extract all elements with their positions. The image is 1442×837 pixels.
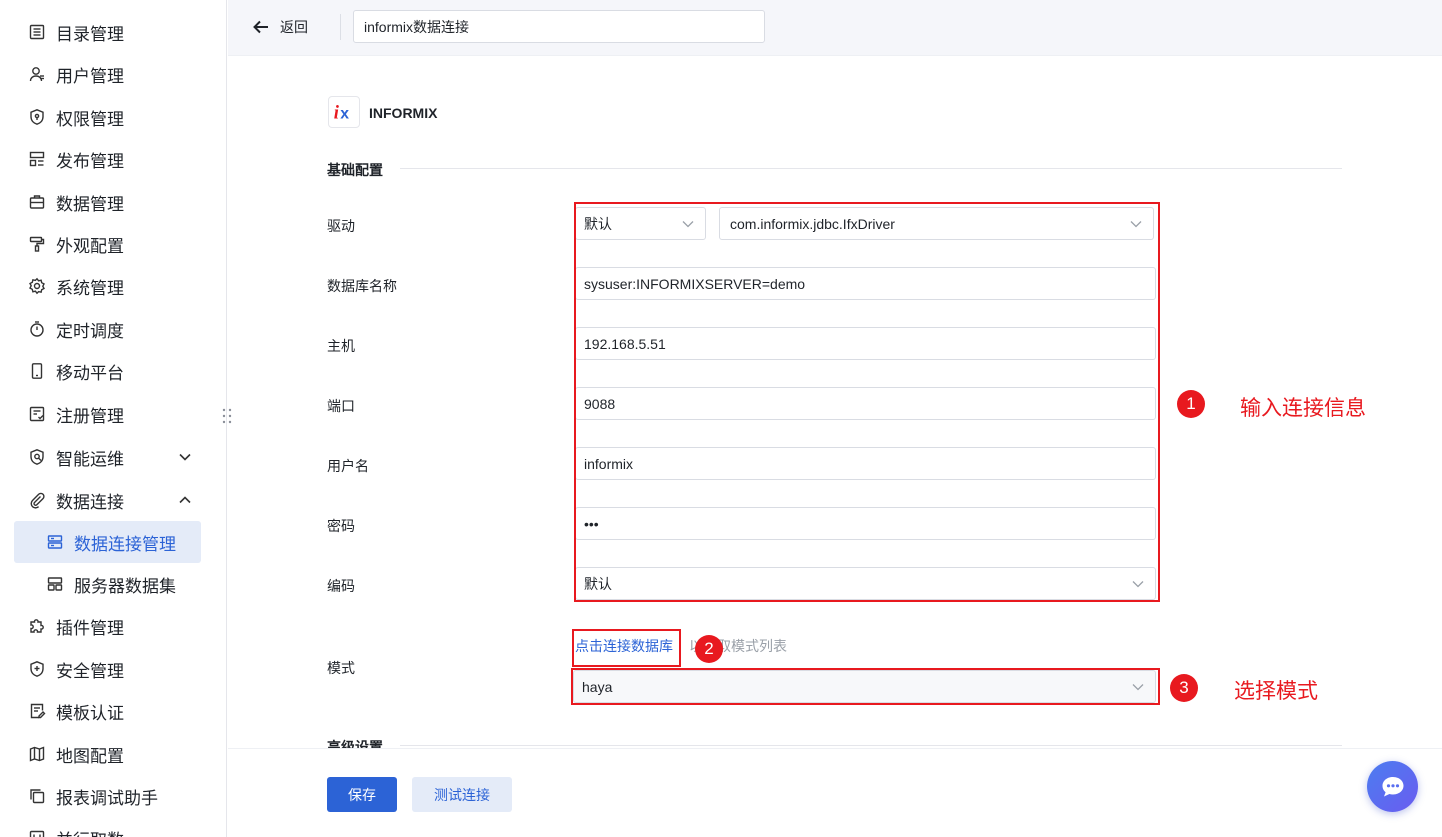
gear-icon: [28, 277, 46, 295]
svg-text:x: x: [340, 106, 349, 123]
paperclip-icon: [28, 491, 46, 509]
annotation-box-schema: [571, 668, 1160, 705]
sidebar-item-label: 定时调度: [56, 321, 124, 341]
server-icon: [46, 533, 64, 551]
sidebar-item-system[interactable]: 系统管理: [14, 266, 201, 306]
svg-text:i: i: [334, 103, 340, 124]
layout-icon: [28, 150, 46, 168]
sidebar-item-appearance[interactable]: 外观配置: [14, 224, 201, 264]
sidebar-item-label: 注册管理: [56, 406, 124, 426]
sidebar-item-label: 权限管理: [56, 109, 124, 129]
sidebar-item-label: 报表调试助手: [56, 788, 158, 808]
sidebar-item-schedule[interactable]: 定时调度: [14, 309, 201, 349]
sidebar-item-label: 目录管理: [56, 24, 124, 44]
mobile-icon: [28, 362, 46, 380]
sidebar-item-template-auth[interactable]: 模板认证: [14, 691, 201, 731]
annotation-text-3: 选择模式: [1234, 680, 1318, 703]
puzzle-icon: [28, 617, 46, 635]
sidebar-item-register[interactable]: 注册管理: [14, 394, 201, 434]
sidebar-item-label: 插件管理: [56, 618, 124, 638]
annotation-badge-1: 1: [1177, 390, 1205, 418]
arrow-left-icon: [253, 20, 268, 34]
annotation-box-connect-link: [572, 629, 681, 667]
shield-plus-icon: [28, 660, 46, 678]
chat-bubble-icon: [1382, 776, 1403, 796]
sidebar-item-ops[interactable]: 智能运维: [14, 437, 201, 477]
topbar-divider: [340, 14, 341, 40]
certificate-icon: [28, 702, 46, 720]
sidebar-item-security[interactable]: 安全管理: [14, 649, 201, 689]
sidebar-item-label: 数据连接: [56, 492, 124, 512]
section-divider: [400, 168, 1342, 169]
username-label: 用户名: [327, 458, 369, 474]
sidebar: 目录管理 用户管理 权限管理 发布管理 数据管理 外观配置 系统管理 定时调度: [0, 0, 227, 837]
sidebar-item-permissions[interactable]: 权限管理: [14, 97, 201, 137]
port-label: 端口: [327, 398, 355, 414]
ops-icon: [28, 448, 46, 466]
chevron-up-icon: [179, 496, 191, 504]
list-icon: [28, 23, 46, 41]
annotation-box-connection-info: [574, 202, 1160, 602]
copy-icon: [28, 787, 46, 805]
app-window: 目录管理 用户管理 权限管理 发布管理 数据管理 外观配置 系统管理 定时调度: [0, 0, 1442, 837]
sidebar-item-publish[interactable]: 发布管理: [14, 139, 201, 179]
sidebar-item-data-connection[interactable]: 数据连接: [14, 480, 201, 520]
sidebar-item-server-dataset[interactable]: 服务器数据集: [14, 564, 201, 604]
sidebar-item-map[interactable]: 地图配置: [14, 734, 201, 774]
dbname-label: 数据库名称: [327, 278, 397, 294]
sidebar-item-parallel-fetch[interactable]: 并行取数: [14, 818, 201, 837]
annotation-badge-3: 3: [1170, 674, 1198, 702]
annotation-badge-2: 2: [695, 635, 723, 663]
sidebar-item-directory[interactable]: 目录管理: [14, 12, 201, 52]
shield-icon: [28, 108, 46, 126]
password-label: 密码: [327, 518, 355, 534]
footer: 保存 测试连接: [228, 748, 1442, 837]
database-type-name: INFORMIX: [369, 105, 438, 121]
back-button[interactable]: 返回: [252, 14, 308, 40]
section-divider: [400, 745, 1342, 746]
sidebar-item-label: 安全管理: [56, 661, 124, 681]
topbar: 返回: [228, 0, 1442, 56]
connection-name-input[interactable]: [353, 10, 765, 43]
sidebar-item-plugins[interactable]: 插件管理: [14, 606, 201, 646]
informix-logo: i x: [328, 96, 360, 128]
sidebar-item-data[interactable]: 数据管理: [14, 182, 201, 222]
sidebar-item-label: 并行取数: [56, 826, 124, 837]
sidebar-item-connection-management[interactable]: 数据连接管理: [14, 521, 201, 563]
sidebar-item-label: 地图配置: [56, 746, 124, 766]
chat-assistant-button[interactable]: [1367, 761, 1418, 812]
sidebar-item-users[interactable]: 用户管理: [14, 54, 201, 94]
save-button[interactable]: 保存: [327, 777, 397, 812]
sidebar-item-label: 移动平台: [56, 363, 124, 383]
parallel-icon: [28, 829, 46, 837]
paint-roller-icon: [28, 235, 46, 253]
chevron-down-icon: [179, 453, 191, 461]
encoding-label: 编码: [327, 578, 355, 594]
sidebar-item-label: 发布管理: [56, 151, 124, 171]
sidebar-item-mobile[interactable]: 移动平台: [14, 351, 201, 391]
sidebar-item-label: 数据管理: [56, 194, 124, 214]
sidebar-item-label: 模板认证: [56, 703, 124, 723]
stopwatch-icon: [28, 320, 46, 338]
sidebar-item-label: 服务器数据集: [74, 576, 176, 596]
user-icon: [28, 65, 46, 83]
dataset-icon: [46, 575, 64, 593]
test-connection-button[interactable]: 测试连接: [412, 777, 512, 812]
sidebar-item-label: 用户管理: [56, 66, 124, 86]
map-icon: [28, 745, 46, 763]
register-icon: [28, 405, 46, 423]
sidebar-item-label: 系统管理: [56, 278, 124, 298]
back-label: 返回: [280, 19, 308, 35]
briefcase-icon: [28, 193, 46, 211]
host-label: 主机: [327, 338, 355, 354]
sidebar-item-debug-assistant[interactable]: 报表调试助手: [14, 776, 201, 816]
section-basic-config: 基础配置: [327, 162, 383, 178]
annotation-text-1: 输入连接信息: [1240, 397, 1366, 420]
sidebar-item-label: 数据连接管理: [74, 534, 176, 554]
sidebar-item-label: 外观配置: [56, 236, 124, 256]
schema-label: 模式: [327, 660, 355, 676]
sidebar-item-label: 智能运维: [56, 449, 124, 469]
driver-label: 驱动: [327, 218, 355, 234]
